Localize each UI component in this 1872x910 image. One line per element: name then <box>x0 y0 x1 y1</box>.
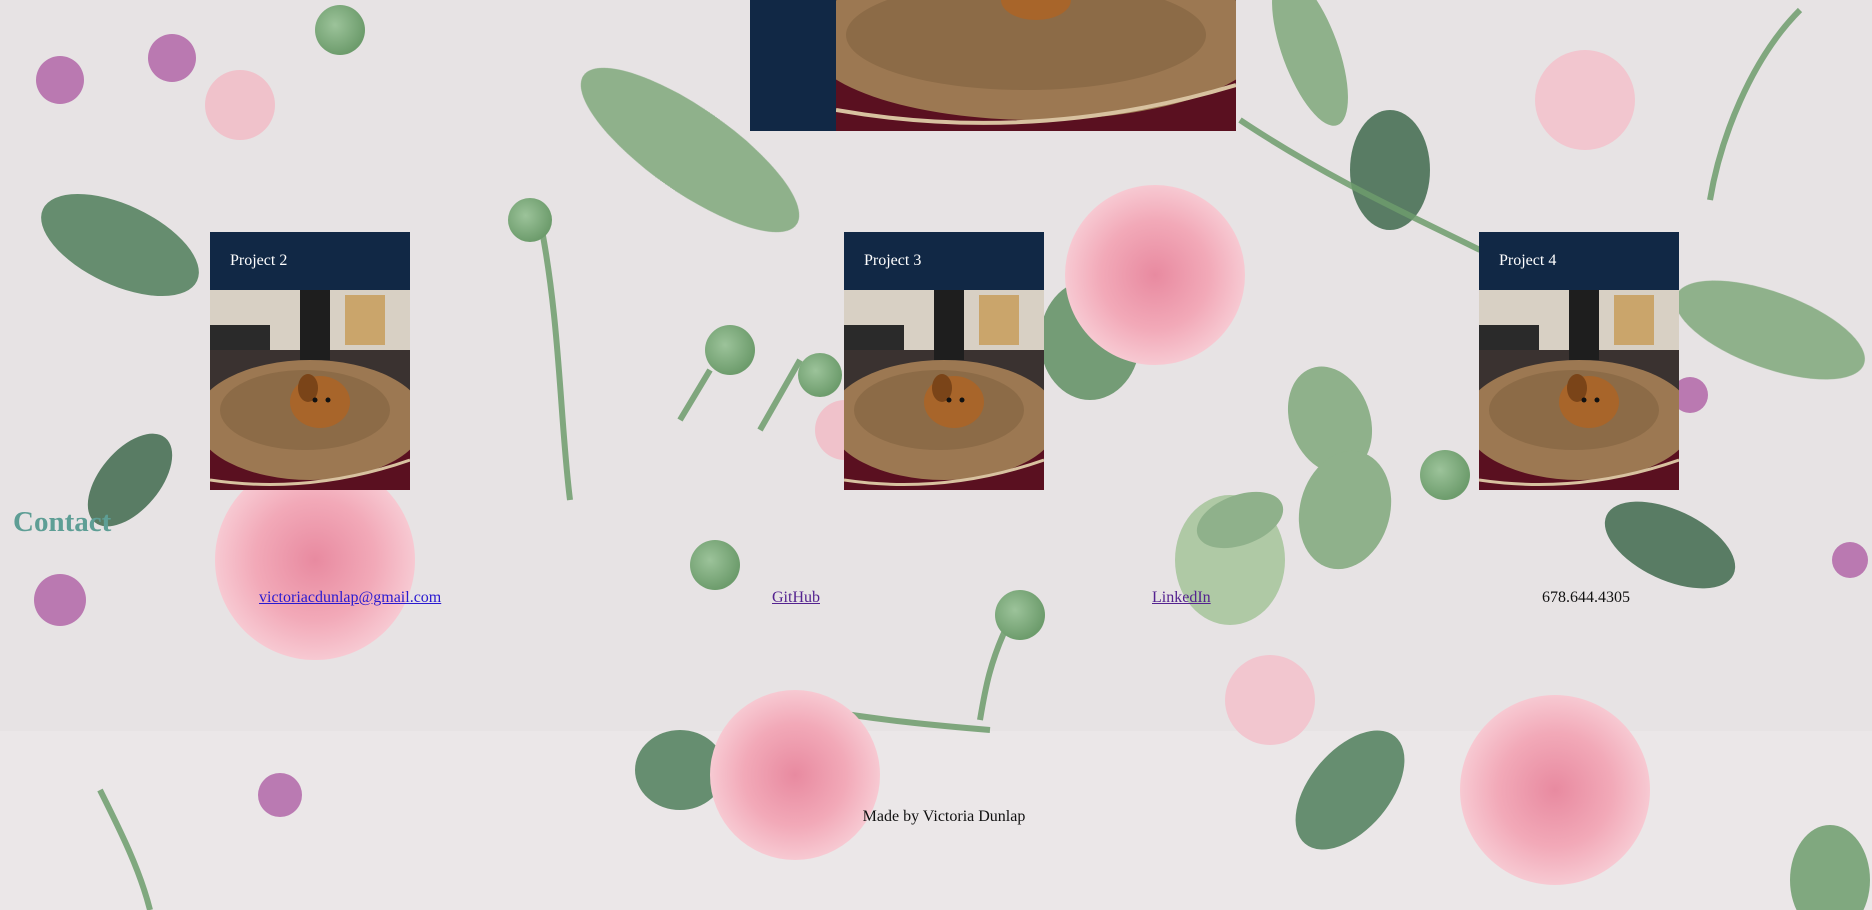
project-title: Project 4 <box>1499 252 1557 269</box>
project-photo <box>210 290 410 490</box>
hero-dog-photo <box>836 0 1236 131</box>
github-link[interactable]: GitHub <box>772 589 820 607</box>
project-card-2[interactable]: Project 2 <box>210 232 410 490</box>
phone-number: 678.644.4305 <box>1542 589 1630 606</box>
project-title: Project 2 <box>230 252 288 269</box>
project-photo <box>844 290 1044 490</box>
project-card-3[interactable]: Project 3 <box>844 232 1044 490</box>
project-title: Project 3 <box>864 252 922 269</box>
footer-credit: Made by Victoria Dunlap <box>862 808 1026 825</box>
hero-card <box>750 0 1236 131</box>
project-card-4[interactable]: Project 4 <box>1479 232 1679 490</box>
contact-heading: Contact <box>13 506 112 538</box>
email-link[interactable]: victoriacdunlap@gmail.com <box>259 589 441 607</box>
project-photo <box>1479 290 1679 490</box>
linkedin-link[interactable]: LinkedIn <box>1152 589 1211 607</box>
